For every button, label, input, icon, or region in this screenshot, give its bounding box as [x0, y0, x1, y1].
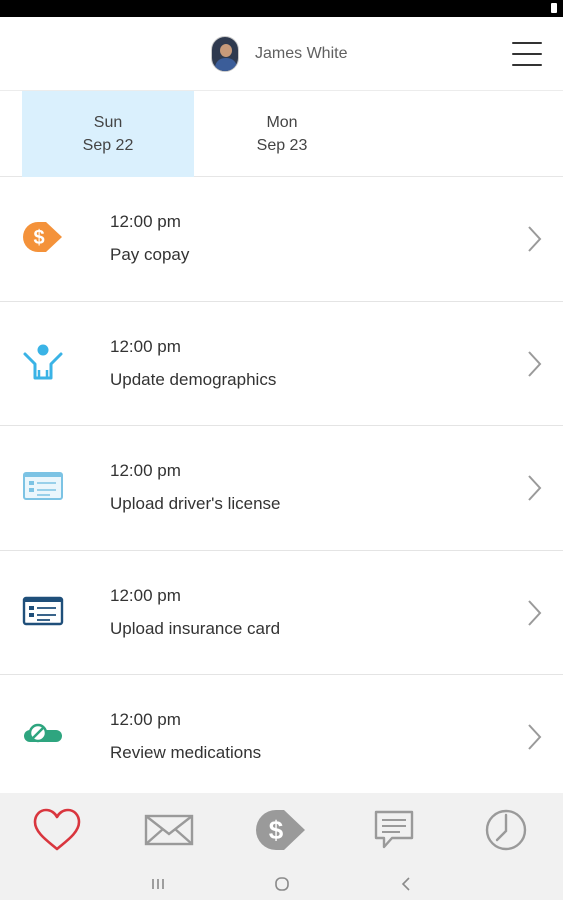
- date-selector: Sun Sep 22 Mon Sep 23: [0, 91, 563, 177]
- task-row-pay-copay[interactable]: $ 12:00 pm Pay copay: [0, 177, 563, 302]
- dollar-tag-icon[interactable]: $: [254, 807, 308, 853]
- date-tab-sun-sep-22[interactable]: Sun Sep 22: [22, 91, 194, 177]
- recents-icon[interactable]: [148, 875, 168, 893]
- task-label: Pay copay: [110, 245, 190, 264]
- chat-icon[interactable]: [367, 807, 421, 853]
- status-indicator: [551, 3, 557, 13]
- back-icon[interactable]: [396, 875, 416, 893]
- chevron-right-icon: [528, 226, 542, 252]
- task-label: Upload insurance card: [110, 618, 281, 638]
- task-time: 12:00 pm: [110, 461, 181, 481]
- app-header: James White: [0, 17, 563, 91]
- task-row-update-demographics[interactable]: 12:00 pm Update demographics: [0, 302, 563, 427]
- date-tab-day: Sun: [93, 114, 123, 131]
- hamburger-icon[interactable]: [512, 42, 542, 66]
- task-time: 12:00 pm: [110, 336, 181, 356]
- id-card-icon: [22, 468, 64, 504]
- task-time: 12:00 pm: [110, 212, 181, 231]
- task-label: Review medications: [110, 743, 262, 763]
- chevron-right-icon: [528, 724, 542, 751]
- task-row-review-medications[interactable]: 12:00 pm Review medications: [0, 675, 563, 800]
- task-label: Upload driver's license: [110, 494, 281, 514]
- date-tab-day: Mon: [266, 114, 298, 131]
- person-icon: [22, 344, 64, 380]
- home-icon[interactable]: [272, 875, 292, 893]
- pill-icon: [22, 717, 64, 753]
- task-row-upload-drivers-license[interactable]: 12:00 pm Upload driver's license: [0, 426, 563, 551]
- task-list: $ 12:00 pm Pay copay 12:00 pm Update dem…: [0, 177, 563, 800]
- mail-icon[interactable]: [142, 807, 196, 853]
- chevron-right-icon: [528, 600, 542, 626]
- heart-icon[interactable]: [30, 807, 84, 853]
- task-label: Update demographics: [110, 369, 277, 389]
- date-tab-date: Sep 23: [256, 137, 308, 154]
- chevron-right-icon: [528, 350, 542, 377]
- avatar[interactable]: [211, 36, 239, 72]
- system-nav-bar: [0, 867, 563, 900]
- date-tab-date: Sep 22: [82, 137, 134, 154]
- user-name: James White: [255, 45, 348, 62]
- task-row-upload-insurance-card[interactable]: 12:00 pm Upload insurance card: [0, 551, 563, 676]
- status-bar: [0, 0, 563, 17]
- clock-icon[interactable]: [479, 807, 533, 853]
- user-profile[interactable]: James White: [211, 36, 347, 72]
- date-tab-mon-sep-23[interactable]: Mon Sep 23: [196, 91, 368, 177]
- bottom-nav: $: [0, 793, 563, 867]
- dollar-tag-icon: $: [22, 219, 64, 255]
- task-time: 12:00 pm: [110, 585, 181, 605]
- task-time: 12:00 pm: [110, 710, 181, 730]
- svg-text:$: $: [33, 227, 44, 249]
- chevron-right-icon: [528, 475, 542, 501]
- svg-text:$: $: [269, 815, 284, 845]
- insurance-card-icon: [22, 593, 64, 629]
